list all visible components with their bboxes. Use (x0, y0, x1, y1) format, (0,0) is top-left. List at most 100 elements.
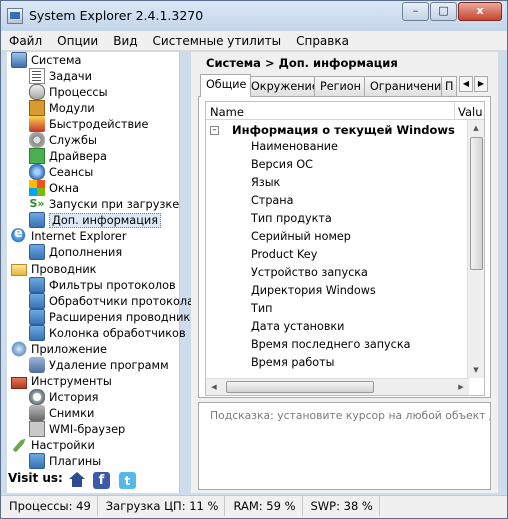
property-row[interactable]: Наименование (251, 140, 338, 153)
menu-system-utilities[interactable]: Системные утилиты (145, 31, 289, 50)
maximize-button[interactable]: □ (430, 2, 457, 21)
scroll-left-icon[interactable]: ◀ (206, 379, 222, 395)
tree-item-additional-info[interactable]: Доп. информация (29, 212, 162, 228)
tab-truncated[interactable]: П (441, 76, 457, 96)
property-row[interactable]: Устройство запуска (251, 266, 368, 279)
properties-panel: Name Valu – Информация о текущей Windows… (198, 96, 491, 398)
windows-icon (29, 180, 45, 196)
history-icon (29, 389, 45, 405)
tree-item-history[interactable]: История (29, 389, 98, 405)
twitter-icon[interactable]: t (119, 472, 136, 489)
property-row[interactable]: Язык (251, 176, 280, 189)
property-row[interactable]: Дата установки (251, 320, 344, 333)
puzzle-icon (29, 244, 45, 260)
tree-item-services[interactable]: Службы (29, 132, 97, 148)
title-bar: System Explorer 2.4.1.3270 – □ x (1, 1, 507, 31)
puzzle-icon (29, 325, 45, 341)
property-row[interactable]: Product Key (251, 248, 317, 261)
tree-item-wmi-browser[interactable]: WMI-браузер (29, 421, 125, 437)
property-row[interactable]: Время последнего запуска (251, 338, 410, 351)
tree-item-protocol-handlers[interactable]: Обработчики протокола (29, 293, 194, 309)
tree-category-internet-explorer[interactable]: Internet Explorer (11, 226, 126, 244)
hint-box: Подсказка: установите курсор на любой об… (198, 402, 491, 490)
wmi-icon (29, 421, 45, 437)
menu-file[interactable]: Файл (1, 31, 49, 50)
sessions-icon (29, 164, 45, 180)
grid-header: Name Valu (206, 102, 484, 120)
property-row[interactable]: Время работы (251, 356, 334, 369)
status-bar: Процессы: 49 Загрузка ЦП: 11 % RAM: 59 %… (1, 495, 507, 518)
close-button[interactable]: x (458, 2, 502, 21)
window-title: System Explorer 2.4.1.3270 (29, 8, 204, 23)
property-row[interactable]: Тип (251, 302, 272, 315)
toolbox-icon (11, 376, 27, 389)
puzzle-icon (29, 212, 45, 228)
tab-restrictions[interactable]: Ограничения (364, 76, 454, 96)
property-row[interactable]: Страна (251, 194, 293, 207)
tab-environment[interactable]: Окружение (245, 76, 324, 96)
property-row[interactable]: Версия ОС (251, 158, 313, 171)
application-icon (11, 341, 27, 357)
tree-category-system[interactable]: Система (11, 52, 81, 68)
ie-icon (11, 226, 27, 244)
tree-item-plugins[interactable]: Плагины (29, 453, 101, 469)
group-current-windows[interactable]: – Информация о текущей Windows (210, 122, 455, 138)
tab-region[interactable]: Регион (314, 76, 366, 96)
column-name-header[interactable]: Name (210, 105, 244, 119)
status-processes: Процессы: 49 (1, 496, 98, 516)
tab-general[interactable]: Общие (200, 74, 252, 97)
minimize-button[interactable]: – (402, 2, 429, 21)
app-icon (7, 8, 23, 24)
uninstall-icon (29, 357, 45, 373)
horizontal-scroll-thumb[interactable] (226, 381, 374, 393)
collapse-icon[interactable]: – (210, 125, 219, 135)
tree-item-modules[interactable]: Модули (29, 100, 95, 116)
puzzle-icon (29, 309, 45, 325)
tab-scroll-left-icon[interactable]: ◀ (459, 76, 473, 92)
tree-item-explorer-extensions[interactable]: Расширения проводника (29, 309, 197, 325)
tree-item-windows[interactable]: Окна (29, 180, 79, 196)
menu-options[interactable]: Опции (49, 31, 105, 50)
group-title: Информация о текущей Windows (232, 123, 455, 137)
tree-item-tasks[interactable]: Задачи (29, 68, 92, 84)
property-row[interactable]: Серийный номер (251, 230, 351, 243)
visit-us-label: Visit us: (8, 471, 63, 485)
scroll-right-icon[interactable]: ▶ (453, 379, 469, 395)
vertical-scroll-thumb[interactable] (470, 137, 483, 270)
column-divider[interactable] (454, 102, 455, 120)
puzzle-icon (29, 293, 45, 309)
facebook-icon[interactable]: f (93, 472, 110, 489)
horizontal-scrollbar[interactable]: ◀ ▶ (206, 378, 469, 395)
vertical-scrollbar[interactable]: ▲ ▼ (467, 120, 484, 378)
tree-item-startup[interactable]: S» Запуски при загрузке (29, 196, 179, 212)
tree-item-sessions[interactable]: Сеансы (29, 164, 93, 180)
tree-item-column-handlers[interactable]: Колонка обработчиков (29, 325, 186, 341)
modules-icon (29, 100, 45, 116)
tree-category-settings[interactable]: Настройки (11, 437, 95, 453)
tree-item-addons[interactable]: Дополнения (29, 244, 122, 260)
menu-help[interactable]: Справка (288, 31, 356, 50)
status-cpu: Загрузка ЦП: 11 % (98, 496, 226, 516)
tree-item-uninstall[interactable]: Удаление программ (29, 357, 169, 373)
property-row[interactable]: Тип продукта (251, 212, 332, 225)
column-value-header[interactable]: Valu (458, 105, 483, 119)
tree-category-explorer[interactable]: Проводник (11, 261, 97, 277)
tree-item-drivers[interactable]: Драйвера (29, 148, 107, 164)
tree-category-tools[interactable]: Инструменты (11, 373, 112, 389)
home-icon[interactable] (68, 472, 85, 489)
tree-item-performance[interactable]: Быстродействие (29, 116, 148, 132)
snapshot-icon (29, 405, 45, 421)
tree-item-protocol-filters[interactable]: Фильтры протоколов (29, 277, 176, 293)
tree-category-application[interactable]: Приложение (11, 341, 107, 357)
status-ram: RAM: 59 % (225, 496, 303, 516)
tree-item-snapshots[interactable]: Снимки (29, 405, 94, 421)
scroll-down-icon[interactable]: ▼ (468, 362, 484, 378)
services-icon (29, 132, 45, 148)
tree-item-processes[interactable]: Процессы (29, 84, 108, 100)
main-panel: Система > Доп. информация Общие Окружени… (191, 52, 498, 493)
menu-view[interactable]: Вид (105, 31, 144, 50)
system-icon (11, 52, 27, 68)
scroll-up-icon[interactable]: ▲ (468, 120, 484, 136)
property-row[interactable]: Директория Windows (251, 284, 376, 297)
tab-scroll-right-icon[interactable]: ▶ (474, 76, 488, 92)
